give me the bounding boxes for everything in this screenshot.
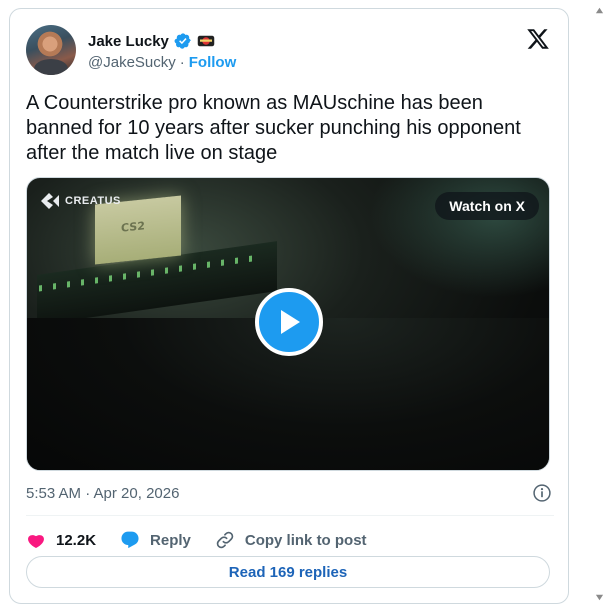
x-logo-icon[interactable]	[526, 27, 550, 51]
scroll-up-arrow-icon[interactable]	[595, 6, 604, 15]
author-name-row: Jake Lucky	[88, 31, 215, 51]
link-icon	[216, 531, 234, 549]
brand-mark-icon	[41, 193, 59, 209]
badge-icon	[197, 35, 215, 47]
timestamp[interactable]: 5:53 AM · Apr 20, 2026	[26, 485, 179, 502]
play-icon	[281, 310, 300, 334]
copy-link-label: Copy link to post	[244, 531, 367, 549]
scrollbar[interactable]	[591, 0, 608, 610]
reply-icon	[121, 531, 139, 549]
author-name[interactable]: Jake Lucky	[88, 33, 169, 50]
reply-label: Reply	[150, 531, 191, 549]
tweet-card: Jake Lucky @JakeSucky · Follow A Counter…	[9, 8, 569, 604]
verified-icon	[174, 33, 191, 49]
brand-text: CREATUS	[65, 195, 121, 207]
divider	[26, 515, 554, 516]
play-button[interactable]	[255, 288, 323, 356]
scene-screen-text: CS2	[121, 219, 145, 235]
scroll-down-arrow-icon[interactable]	[595, 593, 604, 602]
separator: ·	[179, 54, 185, 71]
follow-button[interactable]: Follow	[189, 54, 237, 71]
watch-on-x-button[interactable]: Watch on X	[435, 192, 539, 220]
tweet-text: A Counterstrike pro known as MAUschine h…	[26, 92, 521, 164]
reply-button[interactable]: Reply	[120, 530, 191, 550]
info-icon[interactable]	[532, 483, 552, 503]
action-bar: 12.2K Reply Copy link to post	[26, 523, 367, 557]
author-handle[interactable]: @JakeSucky	[88, 54, 176, 71]
copy-link-button[interactable]: Copy link to post	[215, 530, 367, 550]
author-handle-row: @JakeSucky · Follow	[88, 54, 236, 71]
heart-icon	[28, 535, 44, 548]
avatar[interactable]	[26, 25, 76, 75]
like-button[interactable]: 12.2K	[26, 530, 96, 550]
video-player[interactable]: CS2 CREATUS Watch on X	[26, 177, 550, 471]
brand-logo: CREATUS	[39, 192, 121, 210]
read-replies-button[interactable]: Read 169 replies	[26, 556, 550, 588]
like-count: 12.2K	[56, 531, 97, 549]
